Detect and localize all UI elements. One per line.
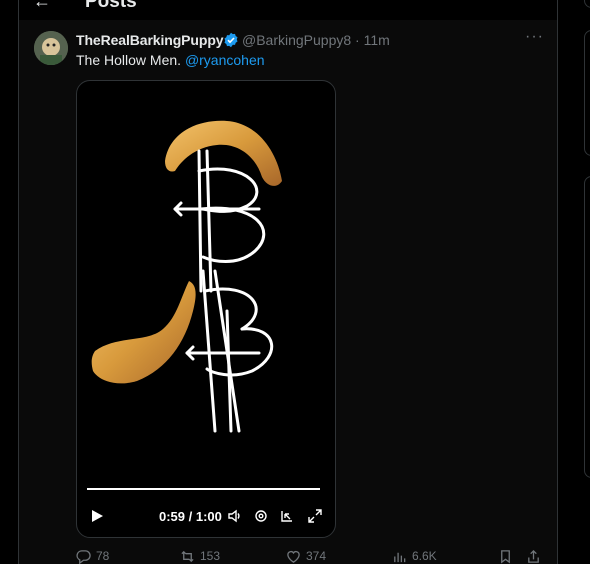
reply-icon	[76, 549, 91, 564]
settings-gear-icon[interactable]	[253, 508, 269, 524]
heart-icon	[287, 550, 300, 563]
views-button[interactable]: 6.6K	[392, 548, 437, 564]
back-arrow-icon[interactable]: ←	[33, 0, 51, 12]
more-options-icon[interactable]: ···	[525, 28, 544, 46]
bookmark-icon	[501, 549, 510, 563]
view-count: 6.6K	[412, 549, 437, 563]
bookmark-button[interactable]	[498, 548, 518, 564]
picture-in-picture-icon[interactable]	[279, 508, 295, 524]
repost-count: 153	[200, 549, 221, 563]
share-icon	[528, 549, 539, 563]
video-player[interactable]: 0:59 / 1:00	[76, 80, 336, 538]
mention-link[interactable]: @ryancohen	[185, 52, 265, 68]
fullscreen-icon[interactable]	[307, 508, 323, 524]
top-bar: ← Posts	[18, 0, 558, 20]
tweet-body: The Hollow Men.	[76, 52, 182, 68]
analytics-icon	[394, 552, 406, 562]
reply-count: 78	[96, 549, 110, 563]
tweet-actions: 78 153 374 6.6K	[76, 548, 546, 564]
like-button[interactable]: 374	[286, 548, 326, 564]
tweet-text: The Hollow Men. @ryancohen	[76, 52, 265, 68]
like-count: 374	[306, 549, 327, 563]
page-title: Posts	[85, 0, 137, 12]
volume-icon[interactable]	[227, 508, 243, 524]
video-frame	[91, 120, 282, 433]
sidebar-card	[584, 30, 590, 156]
sidebar-card	[584, 176, 590, 478]
repost-icon	[181, 550, 194, 562]
verified-badge-icon	[224, 32, 238, 48]
video-progress-bar[interactable]	[87, 488, 321, 490]
display-name[interactable]: TheRealBarkingPuppy	[76, 32, 224, 48]
handle-timestamp[interactable]: @BarkingPuppy8 · 11m	[242, 32, 390, 48]
sidebar-card-top	[584, 0, 590, 8]
avatar[interactable]	[34, 31, 68, 65]
video-time: 0:59 / 1:00	[159, 509, 222, 524]
repost-button[interactable]: 153	[180, 548, 220, 564]
share-button[interactable]	[526, 548, 546, 564]
play-icon[interactable]	[90, 509, 104, 523]
reply-button[interactable]: 78	[76, 548, 109, 564]
